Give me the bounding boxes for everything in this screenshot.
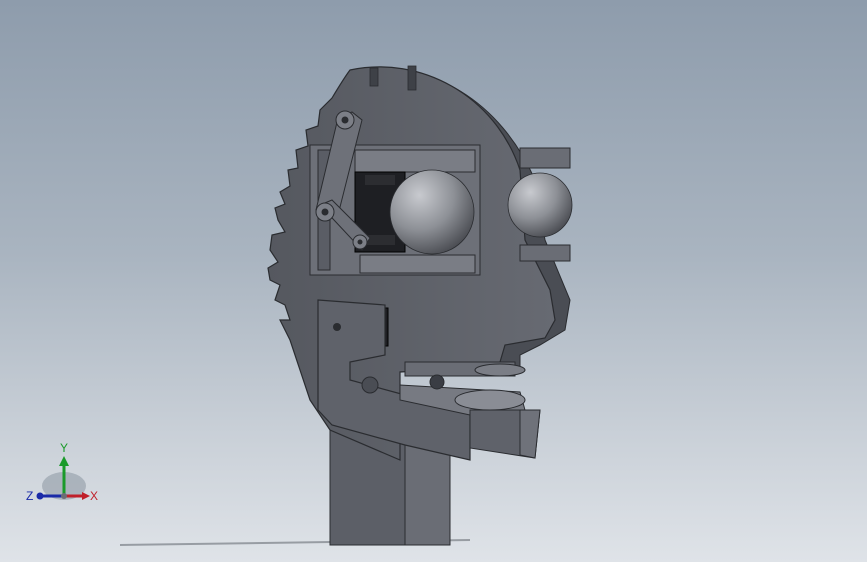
graphics-viewport[interactable]: Y X Z [0, 0, 867, 562]
robot-head-model[interactable] [0, 0, 867, 562]
z-axis-end-icon [36, 492, 44, 500]
mouth-rotor[interactable] [404, 361, 526, 390]
z-axis-label: Z [26, 489, 33, 503]
front-eyeball[interactable] [389, 169, 475, 255]
x-axis-label: X [90, 489, 98, 503]
top-notch [369, 67, 379, 87]
x-axis-arrow-icon [82, 492, 90, 500]
triad-origin-icon [61, 493, 67, 499]
coordinate-triad[interactable]: Y X Z [22, 438, 112, 513]
y-axis-label: Y [60, 441, 68, 455]
y-axis-arrow-icon [59, 456, 69, 466]
top-notch [407, 65, 417, 91]
